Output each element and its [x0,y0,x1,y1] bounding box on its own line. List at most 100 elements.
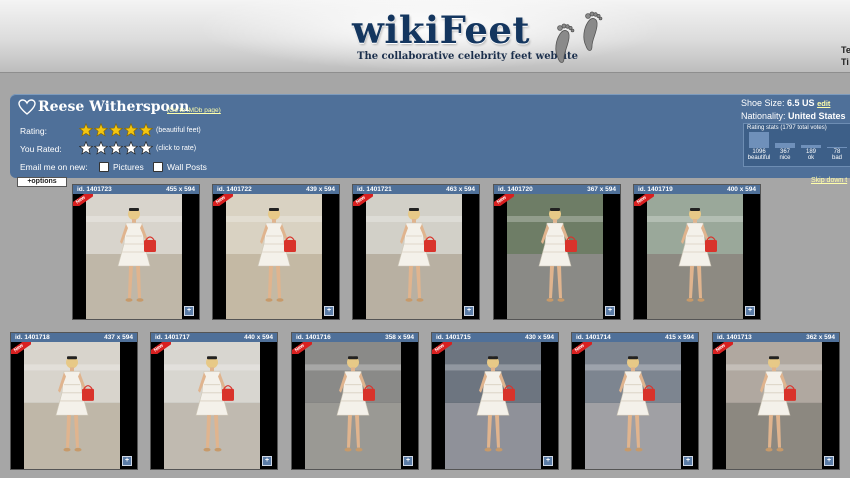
shoe-size-label: Shoe Size: [741,98,785,108]
expand-thumbnail-icon[interactable]: + [262,456,272,466]
new-badge: New [432,342,452,354]
pictures-checkbox[interactable] [99,162,109,172]
email-label: Email me on new: [20,162,88,172]
rating-stat-beautiful: 1096 beautiful [747,149,771,161]
thumbnail-size: 437 x 594 [104,334,133,341]
you-rated-label: You Rated: [20,144,62,154]
celebrity-info-panel: Reese Witherspoon (Go to IMDb page) Rati… [10,94,850,178]
thumbnail[interactable]: id. 1401716 358 x 594 New + [291,332,419,470]
expand-thumbnail-icon[interactable]: + [824,456,834,466]
new-badge-label: New [572,342,592,354]
thumbnail-header: id. 1401716 358 x 594 [292,333,418,342]
thumbnail-size: 415 x 594 [665,334,694,341]
thumbnail-id: id. 1401717 [155,334,190,341]
thumbnail[interactable]: id. 1401713 362 x 594 New + [712,332,840,470]
rating-stars [79,123,153,137]
expand-thumbnail-icon[interactable]: + [122,456,132,466]
options-button[interactable]: +options [17,177,67,187]
thumbnail-size: 358 x 594 [385,334,414,341]
star-empty-icon[interactable] [94,141,108,155]
expand-thumbnail-icon[interactable]: + [605,306,615,316]
thumbnail[interactable]: id. 1401717 440 x 594 New + [150,332,278,470]
new-badge-label: New [713,342,733,354]
star-empty-icon[interactable] [109,141,123,155]
rating-stats-box: Rating stats (1797 total votes) 1096 beau… [743,123,850,167]
new-badge: New [292,342,312,354]
star-filled-icon [139,123,153,137]
expand-thumbnail-icon[interactable]: + [745,306,755,316]
thumbnail-id: id. 1401723 [77,186,112,193]
thumbnail-id: id. 1401719 [638,186,673,193]
star-empty-icon[interactable] [139,141,153,155]
rating-stat-bar [775,143,795,148]
thumbnail-size: 439 x 594 [306,186,335,193]
star-empty-icon[interactable] [124,141,138,155]
rating-stat-nice: 367 nice [773,149,797,161]
thumbnail-photo[interactable] [86,194,182,319]
thumbnail-header: id. 1401720 367 x 594 [494,185,620,194]
you-rated-stars[interactable] [79,141,153,155]
rating-stat-ok: 189 ok [799,149,823,161]
expand-thumbnail-icon[interactable]: + [683,456,693,466]
rating-label: Rating: [20,126,47,136]
thumbnail-photo[interactable] [445,342,541,469]
nationality-value: United States [788,111,846,121]
thumbnail-size: 400 x 594 [727,186,756,193]
thumbnail-header: id. 1401715 430 x 594 [432,333,558,342]
new-badge: New [353,194,373,206]
new-badge-label: New [494,194,514,206]
star-empty-icon[interactable] [79,141,93,155]
thumbnail-size: 362 x 594 [806,334,835,341]
rating-stat-bar [749,132,769,148]
wall-posts-checkbox-label[interactable]: Wall Posts [167,162,207,172]
expand-thumbnail-icon[interactable]: + [543,456,553,466]
expand-thumbnail-icon[interactable]: + [464,306,474,316]
thumbnail-photo[interactable] [226,194,322,319]
thumbnail-id: id. 1401715 [436,334,471,341]
thumbnail[interactable]: id. 1401714 415 x 594 New + [571,332,699,470]
feet-logo-icon [555,11,603,63]
thumbnail-photo[interactable] [726,342,822,469]
expand-thumbnail-icon[interactable]: + [324,306,334,316]
pictures-checkbox-label[interactable]: Pictures [113,162,144,172]
thumbnail[interactable]: id. 1401719 400 x 594 New + [633,184,761,320]
thumbnail-size: 367 x 594 [587,186,616,193]
thumbnail-size: 455 x 594 [166,186,195,193]
thumbnail-header: id. 1401713 362 x 594 [713,333,839,342]
thumbnail[interactable]: id. 1401720 367 x 594 New + [493,184,621,320]
new-badge: New [713,342,733,354]
thumbnail-photo[interactable] [305,342,401,469]
wall-posts-checkbox[interactable] [153,162,163,172]
thumbnail-id: id. 1401716 [296,334,331,341]
thumbnail-header: id. 1401722 439 x 594 [213,185,339,194]
thumbnail-photo[interactable] [24,342,120,469]
rating-stat-label: nice [779,155,791,161]
thumbnail[interactable]: id. 1401718 437 x 594 New + [10,332,138,470]
skip-down-link[interactable]: Skip down t [811,177,847,184]
thumbnail[interactable]: id. 1401723 455 x 594 New + [72,184,200,320]
new-badge-label: New [151,342,171,354]
site-logo[interactable]: wikiFeet [352,8,530,52]
thumbnail-id: id. 1401713 [717,334,752,341]
thumbnail[interactable]: id. 1401721 463 x 594 New + [352,184,480,320]
thumbnail-size: 440 x 594 [244,334,273,341]
thumbnail-id: id. 1401721 [357,186,392,193]
edit-shoe-size-link[interactable]: edit [817,99,830,108]
thumbnail-photo[interactable] [164,342,260,469]
expand-thumbnail-icon[interactable]: + [403,456,413,466]
thumbnail-photo[interactable] [507,194,603,319]
new-badge: New [213,194,233,206]
thumbnail[interactable]: id. 1401715 430 x 594 New + [431,332,559,470]
expand-thumbnail-icon[interactable]: + [184,306,194,316]
thumbnail-photo[interactable] [366,194,462,319]
thumbnail-photo[interactable] [585,342,681,469]
you-rated-note: (click to rate) [156,145,197,152]
rating-stat-bad: 78 bad [825,149,849,161]
thumbnail-photo[interactable] [647,194,743,319]
new-badge-label: New [432,342,452,354]
thumbnail[interactable]: id. 1401722 439 x 594 New + [212,184,340,320]
imdb-link[interactable]: (Go to IMDb page) [167,107,221,114]
new-badge: New [634,194,654,206]
new-badge: New [494,194,514,206]
favorite-heart-icon[interactable] [18,99,36,116]
